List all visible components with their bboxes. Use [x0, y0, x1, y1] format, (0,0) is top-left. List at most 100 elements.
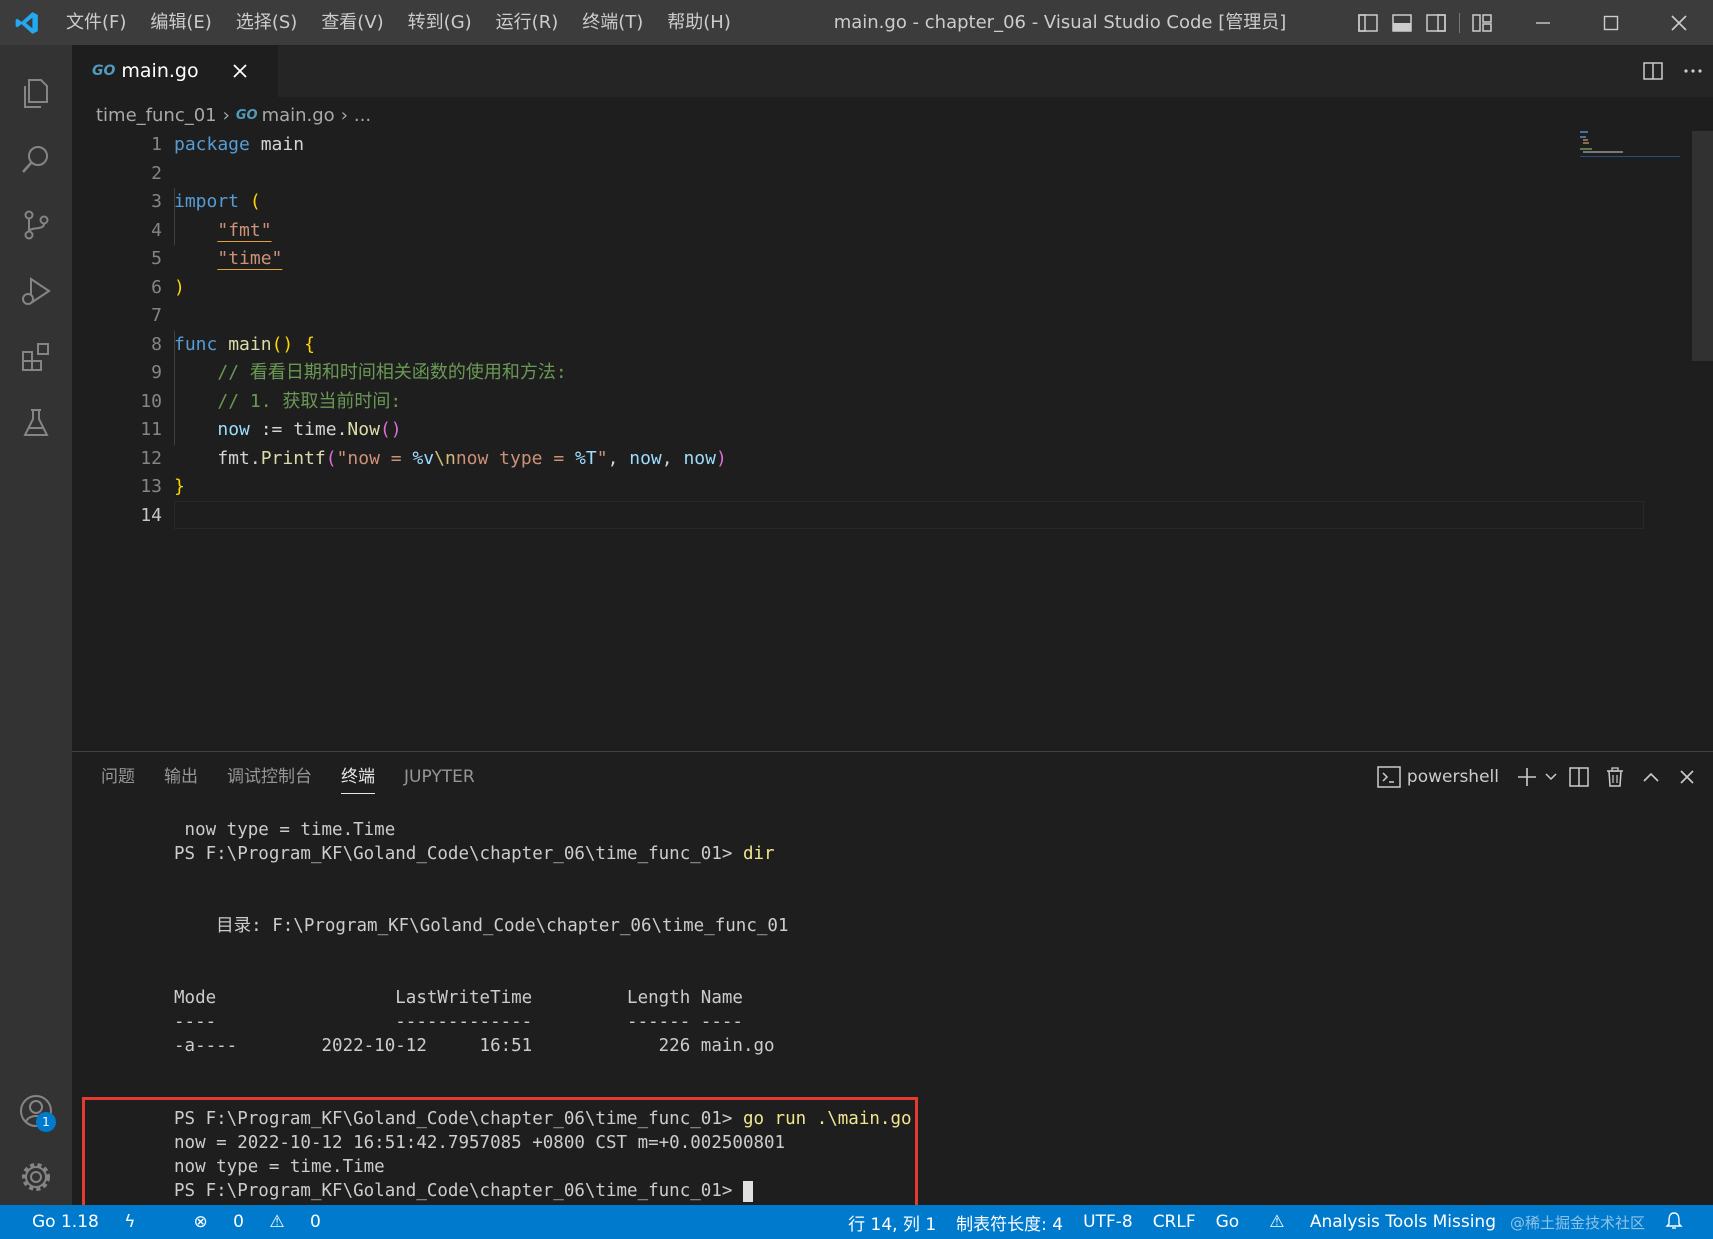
go-version-status[interactable]: Go 1.18 ϟ	[22, 1212, 145, 1232]
code-content[interactable]: package main import ( "fmt" "time" ) fun…	[174, 131, 1624, 530]
new-terminal-plus-icon[interactable]	[1513, 752, 1541, 802]
menu-file[interactable]: 文件(F)	[54, 0, 138, 45]
terminal-icon	[1377, 766, 1401, 788]
split-terminal-icon[interactable]	[1561, 752, 1597, 802]
eol-status[interactable]: CRLF	[1153, 1212, 1196, 1232]
analysis-tools-status[interactable]: ⚠ Analysis Tools Missing	[1259, 1212, 1506, 1232]
language-status[interactable]: Go	[1216, 1212, 1240, 1232]
menu-selection[interactable]: 选择(S)	[224, 0, 309, 45]
warning-icon: ⚠	[269, 1212, 285, 1232]
breadcrumb-folder[interactable]: time_func_01	[96, 105, 217, 126]
tab-terminal[interactable]: 终端	[341, 752, 375, 802]
terminal-line: -a---- 2022-10-12 16:51 226 main.go	[174, 1036, 775, 1056]
line-number: 4	[151, 219, 162, 241]
code-line: }	[174, 476, 185, 497]
shell-name: powershell	[1406, 767, 1499, 787]
tab-main-go[interactable]: GO main.go	[72, 45, 278, 97]
chevron-up-icon[interactable]	[1633, 752, 1669, 802]
terminal-line: PS F:\Program_KF\Goland_Code\chapter_06\…	[174, 844, 775, 864]
problems-status[interactable]: ⊗ 0 ⚠ 0	[183, 1212, 330, 1232]
terminal-line: Mode LastWriteTime Length Name	[174, 988, 743, 1008]
minimap[interactable]	[1580, 131, 1680, 161]
code-line: "fmt"	[217, 219, 272, 241]
terminal-shell-selector[interactable]: powershell	[1377, 766, 1499, 788]
breadcrumb-file[interactable]: main.go	[262, 105, 335, 126]
status-right: 行 14, 列 1 制表符长度: 4 UTF-8 CRLF Go ⚠ Analy…	[838, 1205, 1693, 1239]
code-line: // 1. 获取当前时间:	[217, 390, 402, 412]
code-line: // 看看日期和时间相关函数的使用和方法:	[217, 362, 567, 383]
separator	[1453, 0, 1465, 45]
tab-close-icon[interactable]	[220, 45, 260, 97]
manage-gear-icon[interactable]	[0, 1144, 72, 1210]
menu-edit[interactable]: 编辑(E)	[138, 0, 223, 45]
minimize-button[interactable]	[1509, 0, 1577, 45]
line-number: 5	[151, 248, 162, 269]
tab-jupyter[interactable]: JUPYTER	[404, 752, 475, 802]
line-number: 11	[140, 419, 162, 440]
menu-go[interactable]: 转到(G)	[396, 0, 484, 45]
menu-terminal[interactable]: 终端(T)	[570, 0, 655, 45]
line-number: 8	[151, 333, 162, 355]
customize-layout-icon[interactable]	[1465, 0, 1499, 45]
title-bar: 文件(F) 编辑(E) 选择(S) 查看(V) 转到(G) 运行(R) 终端(T…	[0, 0, 1713, 45]
line-number-gutter: 1 2 3 4 5 6 7 8 9 10 11 12 13 14	[72, 131, 162, 530]
line-number: 2	[151, 162, 162, 184]
line-number: 1	[151, 134, 162, 155]
tab-debug-console[interactable]: 调试控制台	[227, 752, 312, 802]
chevron-down-icon[interactable]	[1541, 752, 1561, 802]
encoding-status[interactable]: UTF-8	[1083, 1212, 1133, 1232]
line-number: 13	[140, 476, 162, 497]
menu-view[interactable]: 查看(V)	[309, 0, 395, 45]
line-number: 6	[151, 276, 162, 298]
code-editor[interactable]: 1 2 3 4 5 6 7 8 9 10 11 12 13 14 package main import …	[72, 131, 1713, 751]
tab-size-status[interactable]: 制表符长度: 4	[956, 1210, 1063, 1235]
panel-tabs: 问题 输出 调试控制台 终端 JUPYTER	[72, 752, 475, 802]
breadcrumb-more[interactable]: ...	[354, 105, 371, 126]
chevron-right-icon: ›	[222, 104, 230, 126]
testing-icon[interactable]	[0, 390, 72, 456]
warning-icon: ⚠	[1269, 1212, 1285, 1232]
extensions-icon[interactable]	[0, 324, 72, 390]
status-bar: Go 1.18 ϟ ⊗ 0 ⚠ 0 行 14, 列 1 制表符长度: 4 UTF…	[0, 1205, 1713, 1239]
run-and-debug-icon[interactable]	[0, 258, 72, 324]
trash-icon[interactable]	[1597, 752, 1633, 802]
maximize-button[interactable]	[1577, 0, 1645, 45]
vscode-logo-icon[interactable]	[0, 0, 54, 45]
accounts-icon[interactable]: 1	[0, 1078, 72, 1144]
editor-tabs: GO main.go	[72, 45, 1713, 97]
menu-run[interactable]: 运行(R)	[484, 0, 571, 45]
window-title: main.go - chapter_06 - Visual Studio Cod…	[833, 12, 1287, 33]
tab-output[interactable]: 输出	[164, 752, 198, 802]
editor-actions	[1633, 45, 1713, 97]
source-control-icon[interactable]	[0, 192, 72, 258]
window-controls	[1351, 0, 1713, 45]
line-number: 3	[151, 191, 162, 212]
code-line: "time"	[217, 248, 283, 269]
cursor-position-status[interactable]: 行 14, 列 1	[848, 1210, 936, 1235]
lightning-icon: ϟ	[124, 1212, 136, 1232]
editor-scrollbar-thumb[interactable]	[1692, 131, 1713, 361]
code-line: import (	[174, 191, 261, 212]
notifications-bell-icon[interactable]	[1665, 1211, 1683, 1234]
toggle-panel-icon[interactable]	[1385, 0, 1419, 45]
terminal-line: 目录: F:\Program_KF\Goland_Code\chapter_06…	[174, 916, 789, 936]
tab-label: main.go	[121, 60, 199, 82]
menu-bar: 文件(F) 编辑(E) 选择(S) 查看(V) 转到(G) 运行(R) 终端(T…	[54, 0, 743, 45]
close-panel-icon[interactable]	[1669, 752, 1705, 802]
explorer-icon[interactable]	[0, 60, 72, 126]
close-window-button[interactable]	[1645, 0, 1713, 45]
split-editor-icon[interactable]	[1633, 45, 1673, 97]
code-line: fmt.Printf("now = %v\nnow type = %T", no…	[174, 447, 727, 469]
line-number: 14	[140, 504, 162, 526]
code-line: )	[174, 276, 185, 298]
menu-help[interactable]: 帮助(H)	[655, 0, 743, 45]
tab-problems[interactable]: 问题	[101, 752, 135, 802]
search-icon[interactable]	[0, 126, 72, 192]
toggle-primary-sidebar-icon[interactable]	[1351, 0, 1385, 45]
toggle-secondary-sidebar-icon[interactable]	[1419, 0, 1453, 45]
more-actions-icon[interactable]	[1673, 45, 1713, 97]
line-number: 9	[151, 362, 162, 383]
